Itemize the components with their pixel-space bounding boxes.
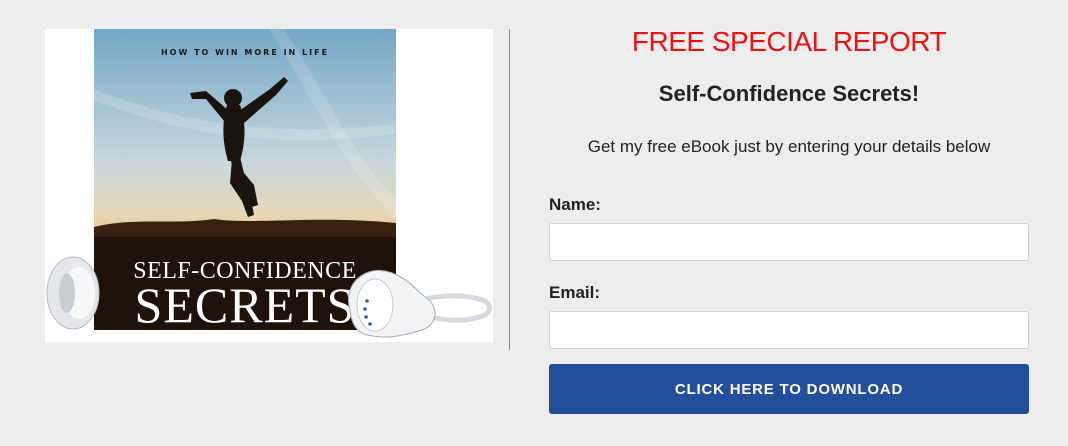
earbud-left-icon: [46, 256, 100, 330]
report-heading: FREE SPECIAL REPORT: [631, 26, 947, 57]
ebook-title: Self-Confidence Secrets!: [658, 81, 920, 106]
name-label: Name:: [549, 195, 601, 214]
earbud-right-icon: [348, 269, 492, 338]
email-input[interactable]: [549, 311, 1029, 349]
vertical-divider: [509, 29, 510, 350]
name-input[interactable]: [549, 223, 1029, 261]
product-image-panel: HOW TO WIN MORE IN LIFE SELF-CONFIDENCE …: [45, 29, 493, 342]
download-button[interactable]: CLICK HERE TO DOWNLOAD: [549, 364, 1029, 414]
form-subtitle: Get my free eBook just by entering your …: [587, 137, 991, 156]
cover-tagline: HOW TO WIN MORE IN LIFE: [160, 48, 330, 57]
email-label: Email:: [549, 283, 601, 302]
